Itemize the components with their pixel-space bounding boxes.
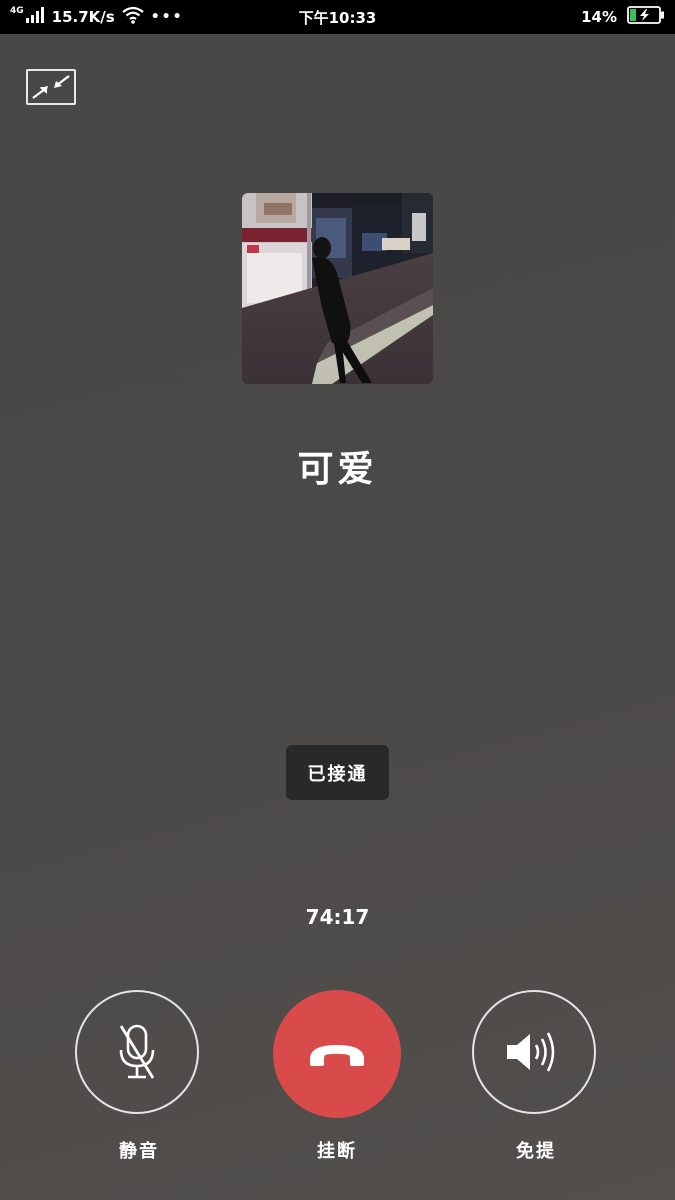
speaker-button[interactable] [472, 990, 596, 1114]
contact-avatar [242, 193, 433, 384]
signal-icon [25, 7, 46, 27]
minimize-arrows-icon [32, 75, 70, 99]
microphone-muted-icon [119, 1024, 155, 1079]
speaker-icon [507, 1032, 555, 1072]
hangup-button[interactable] [273, 990, 401, 1118]
hangup-label: 挂断 [317, 1141, 357, 1162]
phone-hangup-icon [310, 1045, 364, 1066]
network-type: 4G [10, 6, 24, 16]
battery-charging-icon [627, 6, 665, 28]
call-duration: 74:17 [305, 905, 370, 929]
contact-name: 可爱 [297, 449, 378, 490]
battery-percent: 14% [581, 8, 617, 26]
call-connected-toast: 已接通 [286, 745, 389, 800]
status-left: 4G 15.7K/s ••• [10, 0, 184, 34]
mute-label: 静音 [119, 1141, 159, 1162]
status-bar: 4G 15.7K/s ••• 下午10:33 14% [0, 0, 675, 34]
wifi-icon [121, 6, 145, 28]
speaker-label: 免提 [516, 1141, 556, 1162]
hangup-action: 挂断 [273, 990, 401, 1162]
status-right: 14% [581, 0, 665, 34]
mute-button[interactable] [75, 990, 199, 1114]
mute-action: 静音 [75, 990, 203, 1162]
network-speed: 15.7K/s [51, 8, 115, 26]
more-notifications-icon: ••• [150, 9, 184, 25]
speaker-action: 免提 [472, 990, 600, 1162]
status-time: 下午10:33 [298, 8, 377, 27]
minimize-call-button[interactable] [26, 69, 76, 105]
voice-call-screen: 4G 15.7K/s ••• 下午10:33 14% 可爱 已接通 74:17 … [0, 0, 675, 1200]
